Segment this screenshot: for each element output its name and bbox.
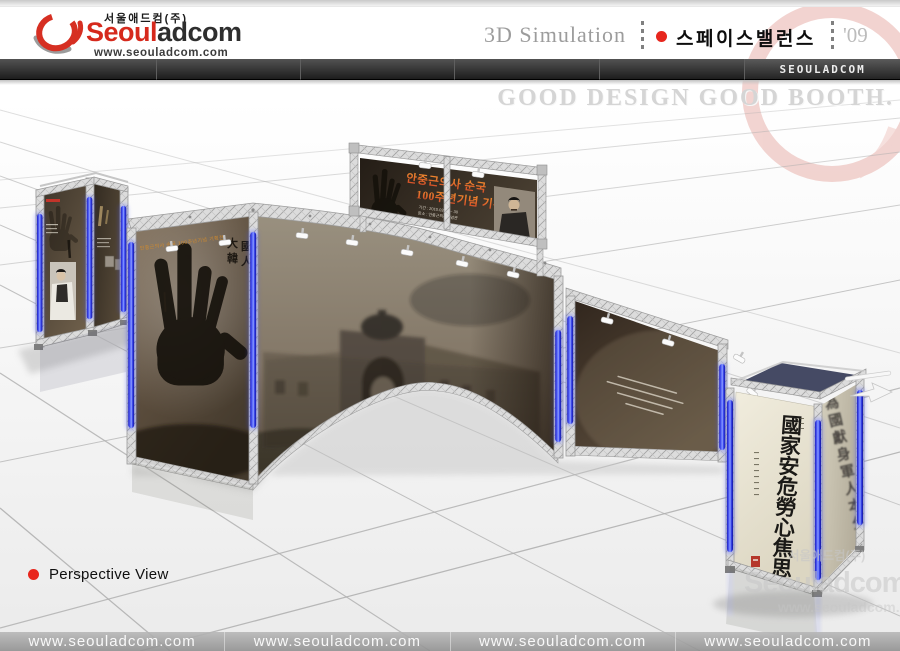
watermark-domain: www.seouladcom.com [777,599,900,615]
view-label: Perspective View [28,566,169,583]
nav-segment-2 [156,59,300,80]
footer-bar: www.seouladcom.com www.seouladcom.com ww… [0,632,900,651]
dotted-divider [641,21,644,53]
year-label: '09 [843,23,868,48]
nav-brand-label: SEOULADCOM [744,59,900,80]
seouladcom-logo-icon [26,10,90,56]
top-strip [0,0,900,7]
project-name: 스페이스밸런스 [676,24,816,51]
red-bullet-icon [656,31,667,42]
portrait-photo [50,262,76,320]
brand-wordmark: Seouladcom [86,17,242,48]
footer-url: www.seouladcom.com [224,632,449,651]
seal-stamp [751,556,760,567]
footer-url: www.seouladcom.com [0,632,224,651]
nav-segment-1 [0,59,156,80]
brand-dark-part: adcom [157,17,242,47]
page-title: 3D Simulation [484,22,626,48]
footer-url: www.seouladcom.com [450,632,675,651]
watermark-brand: Seouladcom [744,567,900,599]
tagline: GOOD DESIGN GOOD BOOTH. [497,85,894,112]
nav-segment-4 [454,59,599,80]
red-bullet-icon [28,569,39,580]
watermark-korean: 서울애드컴(주) [788,548,865,563]
presentation-page: 안중근의사 순국 100주년기념 기획전 大韓 國人 [0,0,900,651]
nav-bar: SEOULADCOM [0,59,900,80]
logo-url: www.seouladcom.com [94,47,228,59]
footer-url: www.seouladcom.com [675,632,900,651]
view-label-text: Perspective View [49,566,169,583]
dotted-divider [831,21,834,53]
nav-segment-5 [599,59,744,80]
left-tower [34,173,128,350]
brand-red-part: Seoul [86,17,157,47]
nav-segment-3 [300,59,455,80]
